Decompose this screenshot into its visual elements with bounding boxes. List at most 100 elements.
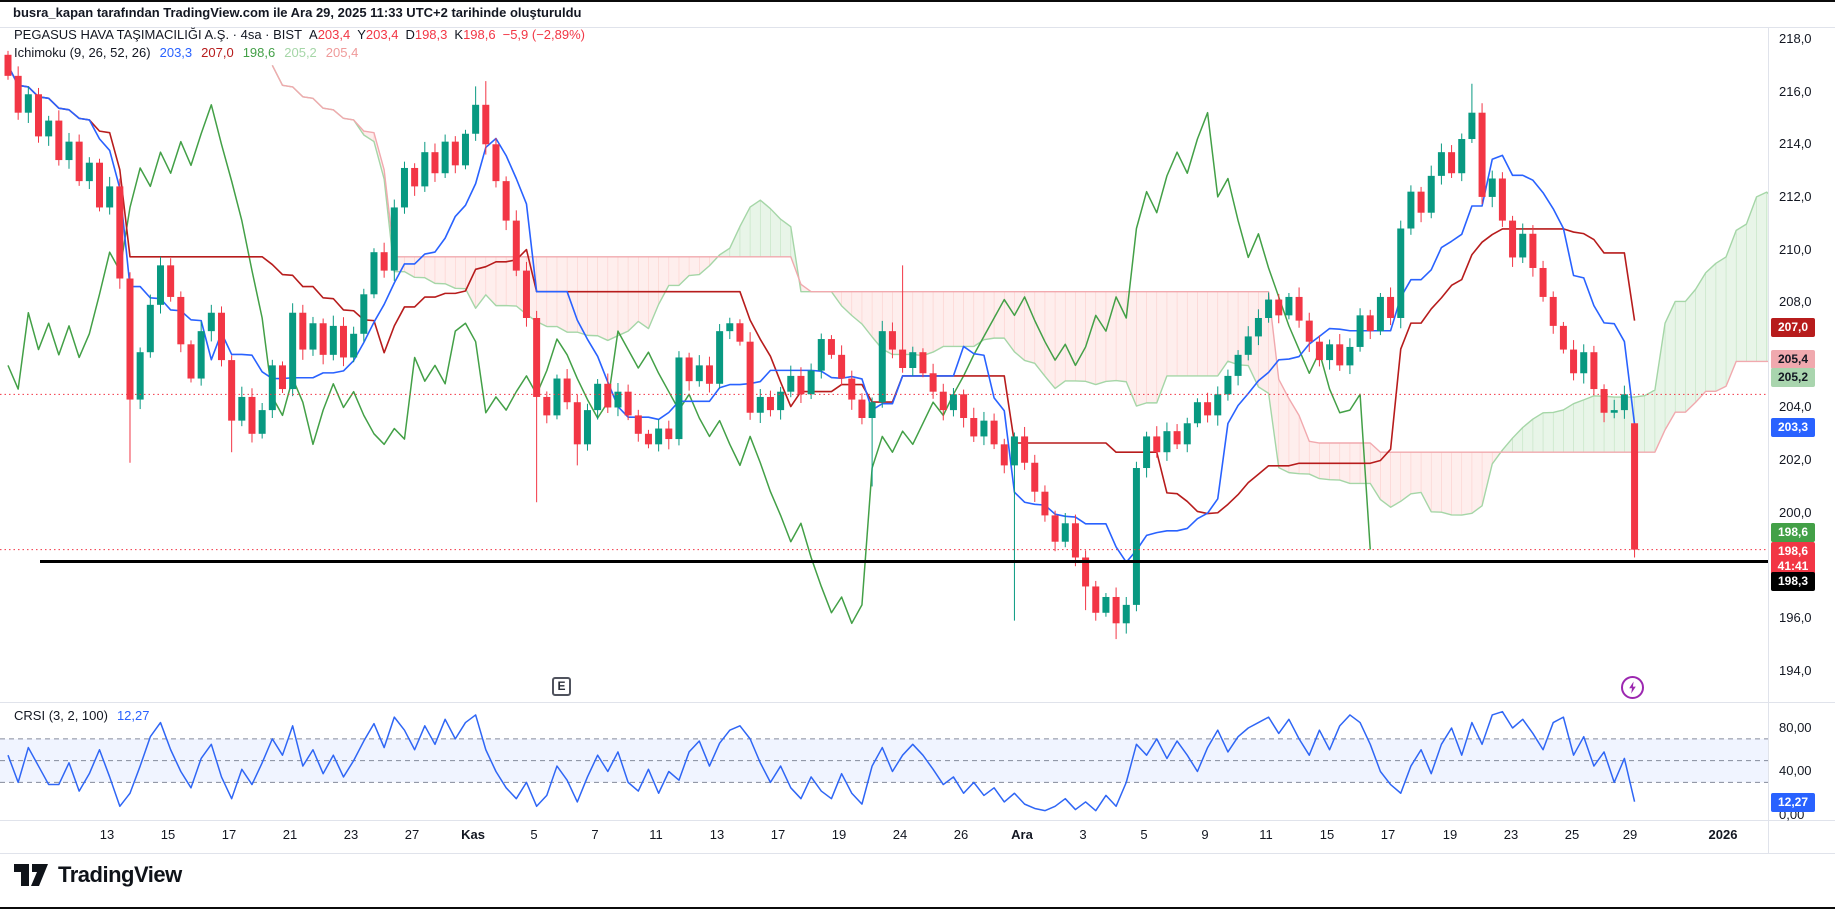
price-tick-label: 212,0 bbox=[1779, 189, 1812, 205]
ichimoku-cloud-segment bbox=[1279, 379, 1289, 472]
price-tick-label: 216,0 bbox=[1779, 84, 1812, 100]
candle-body bbox=[411, 168, 418, 186]
ichimoku-cloud-segment bbox=[1645, 390, 1655, 452]
price-axis-badge: 198,3 bbox=[1771, 572, 1815, 591]
candle-body bbox=[594, 384, 601, 410]
ichimoku-cloud-segment bbox=[1675, 301, 1685, 412]
ichimoku-cloud-segment bbox=[842, 292, 852, 316]
candle-body bbox=[269, 365, 276, 410]
candle-body bbox=[1306, 321, 1313, 342]
candle-body bbox=[309, 323, 316, 349]
pane-divider[interactable] bbox=[0, 702, 1835, 703]
candle-body bbox=[167, 265, 174, 297]
candle-body bbox=[1560, 326, 1567, 350]
time-tick-label: 15 bbox=[161, 827, 175, 842]
candle-body bbox=[187, 344, 194, 378]
symbol-legend[interactable]: PEGASUS HAVA TAŞIMACILIĞI A.Ş. · 4sa · B… bbox=[14, 27, 585, 42]
change-value: −5,9 (−2,89%) bbox=[503, 27, 585, 42]
candle-body bbox=[686, 357, 693, 381]
candle-body bbox=[736, 323, 743, 341]
ichimoku-cloud-segment bbox=[1228, 292, 1238, 365]
ichimoku-cloud-segment bbox=[1309, 441, 1319, 478]
ichimoku-cloud-segment bbox=[1563, 404, 1573, 453]
candle-body bbox=[452, 142, 459, 166]
candle-body bbox=[553, 379, 560, 416]
ichimoku-cloud-segment bbox=[770, 209, 780, 257]
candle-body bbox=[147, 305, 154, 352]
ichimoku-cloud-segment bbox=[435, 257, 445, 284]
time-tick-label: 5 bbox=[1140, 827, 1147, 842]
candle-body bbox=[543, 397, 550, 415]
candle-body bbox=[137, 352, 144, 399]
candle-body bbox=[45, 121, 52, 137]
candle-body bbox=[1611, 410, 1618, 413]
crsi-legend[interactable]: CRSI (3, 2, 100)12,27 bbox=[14, 708, 150, 723]
candle-body bbox=[991, 421, 998, 445]
ichimoku-cloud-segment bbox=[1208, 292, 1218, 376]
candle-body bbox=[1021, 436, 1028, 462]
time-tick-label: 13 bbox=[710, 827, 724, 842]
candle-body bbox=[5, 55, 12, 76]
time-tick-label: 21 bbox=[283, 827, 297, 842]
main-pane[interactable] bbox=[5, 51, 1835, 639]
time-tick-label: 15 bbox=[1320, 827, 1334, 842]
candle-body bbox=[604, 384, 611, 408]
time-tick-label: 27 bbox=[405, 827, 419, 842]
ichimoku-cloud-segment bbox=[943, 292, 953, 347]
candle-body bbox=[1052, 515, 1059, 541]
time-tick-label: 26 bbox=[954, 827, 968, 842]
ichimoku-cloud-segment bbox=[1177, 292, 1187, 376]
crsi-tick-label: 80,00 bbox=[1779, 720, 1812, 736]
ichimoku-cloud-segment bbox=[425, 257, 435, 284]
crsi-pane[interactable] bbox=[0, 712, 1768, 811]
candle-body bbox=[787, 376, 794, 392]
lightning-icon[interactable] bbox=[1621, 676, 1644, 699]
lightning-glyph bbox=[1626, 681, 1639, 694]
price-tick-label: 208,0 bbox=[1779, 294, 1812, 310]
tradingview-logo[interactable]: TradingView bbox=[13, 862, 182, 888]
candle-body bbox=[1387, 297, 1394, 318]
candle-body bbox=[635, 415, 642, 433]
candle-body bbox=[96, 163, 103, 208]
time-axis-divider bbox=[0, 820, 1835, 821]
ichimoku-senkou-b-value: 205,4 bbox=[326, 45, 359, 60]
candle-body bbox=[1458, 139, 1465, 173]
ichimoku-cloud-segment bbox=[1116, 292, 1126, 382]
symbol-title[interactable]: PEGASUS HAVA TAŞIMACILIĞI A.Ş. · 4sa · B… bbox=[14, 27, 302, 42]
crsi-title[interactable]: CRSI bbox=[14, 708, 45, 723]
price-chart-canvas[interactable] bbox=[0, 0, 1835, 909]
candle-body bbox=[889, 331, 896, 349]
ichimoku-cloud-segment bbox=[964, 292, 974, 347]
time-tick-label: 5 bbox=[530, 827, 537, 842]
candle-body bbox=[1377, 297, 1384, 331]
ichimoku-cloud-segment bbox=[689, 257, 699, 276]
candle-body bbox=[1184, 423, 1191, 444]
candle-body bbox=[1011, 436, 1018, 465]
candle-body bbox=[1397, 229, 1404, 318]
time-tick-label: 7 bbox=[591, 827, 598, 842]
ichimoku-legend[interactable]: Ichimoku (9, 26, 52, 26)203,3207,0198,62… bbox=[14, 45, 358, 60]
earnings-marker[interactable]: E bbox=[552, 677, 571, 696]
ichimoku-cloud-segment bbox=[1014, 292, 1024, 361]
time-tick-label: 29 bbox=[1623, 827, 1637, 842]
price-axis-badge: 207,0 bbox=[1771, 318, 1815, 337]
ichimoku-cloud-segment bbox=[1035, 292, 1045, 377]
candle-body bbox=[1153, 436, 1160, 452]
ohlc-close: K198,6 bbox=[454, 27, 495, 42]
candle-body bbox=[1041, 492, 1048, 516]
candle-body bbox=[1001, 444, 1008, 465]
candle-body bbox=[1204, 402, 1211, 415]
candle-body bbox=[259, 410, 266, 434]
candle-body bbox=[492, 144, 499, 181]
candle-body bbox=[472, 105, 479, 134]
time-tick-label: Kas bbox=[461, 827, 485, 842]
ichimoku-cloud-segment bbox=[1065, 292, 1075, 381]
candle-body bbox=[1428, 176, 1435, 213]
ichimoku-cloud-segment bbox=[760, 200, 770, 257]
candle-body bbox=[381, 252, 388, 270]
candle-body bbox=[625, 392, 632, 416]
candle-body bbox=[1550, 297, 1557, 326]
candle-body bbox=[431, 152, 438, 173]
ichimoku-title[interactable]: Ichimoku bbox=[14, 45, 66, 60]
ichimoku-cloud-segment bbox=[1289, 399, 1299, 474]
